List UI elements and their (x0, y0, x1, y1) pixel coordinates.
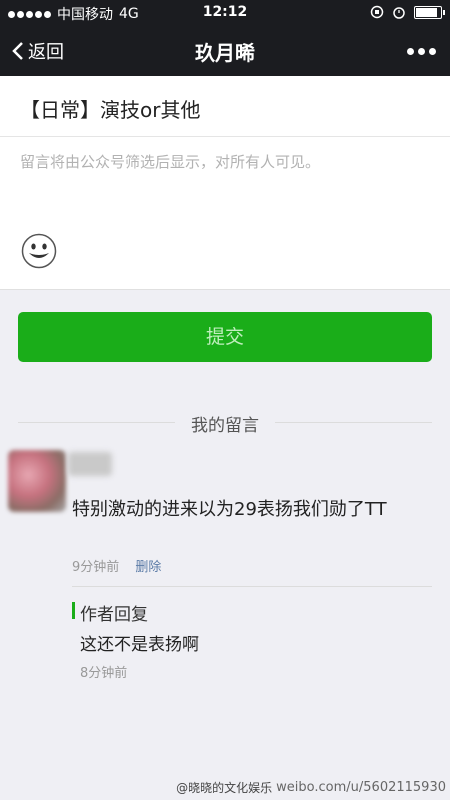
more-options-button[interactable] (407, 48, 436, 55)
reply-divider (72, 586, 432, 587)
submit-button[interactable]: 提交 (18, 312, 432, 362)
nav-bar: 返回 玖月晞 (0, 26, 450, 76)
status-bar: 中国移动 4G 12:12 (0, 0, 450, 26)
delete-link[interactable]: 删除 (135, 560, 161, 575)
comment-meta: 9分钟前 删除 (72, 556, 161, 575)
article-title-bar: 【日常】演技or其他 (0, 76, 450, 137)
comment-time: 9分钟前 (72, 560, 120, 575)
avatar (8, 450, 66, 512)
my-comments-label: 我的留言 (175, 411, 275, 436)
nickname-blurred (68, 452, 112, 476)
comment-input[interactable]: 留言将由公众号筛选后显示，对所有人可见。 (0, 137, 450, 290)
author-reply-time: 8分钟前 (80, 666, 128, 681)
article-title: 【日常】演技or其他 (20, 98, 201, 122)
weibo-handle: @晓晓的文化娱乐 (176, 781, 273, 795)
watermark: @晓晓的文化娱乐 weibo.com/u/5602115930 (176, 779, 446, 796)
battery-icon (414, 5, 445, 19)
alarm-icon (393, 7, 405, 19)
weibo-url: weibo.com/u/5602115930 (276, 780, 446, 795)
page-title: 玖月晞 (195, 41, 255, 65)
author-reply-label: 作者回复 (80, 605, 148, 625)
comment-text: 特别激动的进来以为29表扬我们勋了TT (72, 499, 387, 520)
smiley-icon[interactable] (21, 233, 57, 269)
author-reply-text: 这还不是表扬啊 (80, 635, 199, 655)
comment-placeholder: 留言将由公众号筛选后显示，对所有人可见。 (20, 153, 321, 171)
reply-accent-bar (72, 602, 75, 619)
rotation-lock-icon (370, 5, 384, 19)
